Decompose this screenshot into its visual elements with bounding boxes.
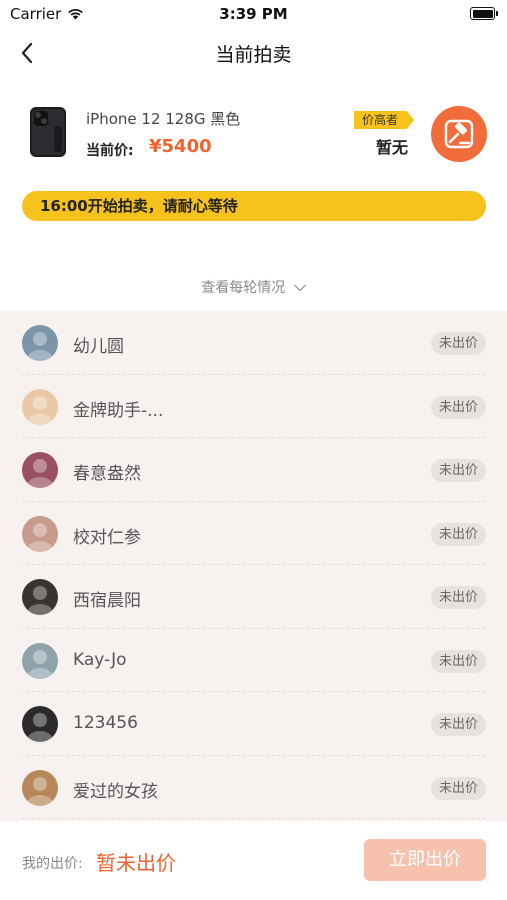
participant-row[interactable]: 幼儿圆 未出价: [0, 311, 507, 375]
avatar: [22, 642, 58, 679]
view-rounds-link[interactable]: 查看每轮情况: [0, 277, 507, 297]
bid-status-badge: 未出价: [430, 649, 486, 673]
status-bar: Carrier 3:39 PM: [0, 0, 507, 28]
nav-bar: 当前拍卖: [0, 28, 507, 78]
my-bid-value: 暂未出价: [96, 851, 176, 875]
avatar: [22, 325, 58, 361]
bid-status-badge: 未出价: [430, 713, 486, 736]
top-bidder-value: 暂无: [376, 138, 409, 157]
bid-now-button[interactable]: 立即出价: [364, 839, 486, 881]
bid-status-badge: 未出价: [430, 522, 486, 546]
view-rounds-label: 查看每轮情况: [201, 280, 286, 296]
auction-hammer-button[interactable]: [431, 106, 487, 162]
auction-notice-banner: 16:00开始拍卖，请耐心等待: [22, 191, 486, 221]
avatar: [22, 515, 58, 552]
bid-status-badge: 未出价: [430, 332, 486, 355]
participant-row[interactable]: 爱过的女孩 未出价: [0, 756, 507, 819]
participant-name: Kay-Jo: [73, 649, 127, 670]
participant-row[interactable]: 西宿晨阳 未出价: [0, 565, 507, 629]
bid-status-badge: 未出价: [430, 776, 486, 800]
participant-row[interactable]: 123456 未出价: [0, 692, 507, 756]
battery-icon: [470, 7, 498, 20]
avatar: [22, 388, 58, 425]
participant-name: 西宿晨阳: [73, 591, 141, 611]
avatar: [22, 706, 58, 742]
hammer-icon: [444, 119, 474, 149]
participant-name: 校对仁参: [73, 527, 141, 548]
participant-row[interactable]: Kay-Jo 未出价: [0, 629, 507, 692]
current-price: ¥5400: [149, 136, 212, 157]
product-name: iPhone 12 128G 黑色: [86, 110, 241, 128]
participant-row[interactable]: 春意盎然 未出价: [0, 438, 507, 502]
participant-list[interactable]: 幼儿圆 未出价 金牌助手-... 未出价 春意盎然 未出价 校对仁参 未出价 西宿晨阳 未出价 Ka…: [0, 311, 507, 821]
top-bidder-tag: 价高者: [354, 111, 415, 129]
avatar: [22, 769, 58, 806]
bid-status-badge: 未出价: [430, 586, 486, 609]
current-price-label: 当前价:: [86, 143, 134, 159]
bottom-bar: 我的出价: 暂未出价 立即出价: [0, 821, 507, 900]
participant-row[interactable]: 金牌助手-... 未出价: [0, 375, 507, 438]
participant-name: 金牌助手-...: [73, 400, 164, 421]
bid-status-badge: 未出价: [430, 459, 486, 482]
chevron-down-icon: [294, 284, 306, 292]
page-title: 当前拍卖: [215, 44, 292, 66]
status-time: 3:39 PM: [219, 5, 288, 23]
participant-name: 春意盎然: [73, 464, 141, 484]
participant-row[interactable]: 校对仁参 未出价: [0, 502, 507, 565]
participant-name: 幼儿圆: [73, 337, 124, 357]
participant-name: 爱过的女孩: [73, 781, 158, 802]
participant-name: 123456: [73, 713, 138, 733]
my-bid-label: 我的出价:: [22, 856, 83, 872]
bid-status-badge: 未出价: [430, 395, 486, 419]
row-divider: [22, 818, 485, 819]
product-image: [24, 104, 72, 160]
avatar: [22, 452, 58, 488]
avatar: [22, 579, 58, 615]
